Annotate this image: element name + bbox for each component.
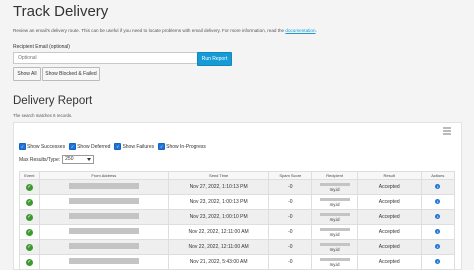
spam-score: -0 xyxy=(268,179,313,195)
col-send-time[interactable]: Send Time xyxy=(167,171,270,180)
table-row: ✓ Nov 23, 2022, 1:00:13 PM -0 my.id Accepted… xyxy=(19,194,456,210)
col-spam-score[interactable]: Spam Score xyxy=(268,171,313,180)
spam-score: -0 xyxy=(268,254,313,270)
spam-score: -0 xyxy=(268,209,313,225)
recipient-domain: my.id xyxy=(329,246,340,252)
send-time: Nov 21, 2022, 5:43:00 AM xyxy=(167,254,270,270)
info-icon[interactable]: i xyxy=(435,199,441,204)
info-icon[interactable]: i xyxy=(435,259,441,264)
result: Accepted xyxy=(356,209,422,225)
send-time: Nov 23, 2022, 1:00:13 PM xyxy=(167,194,270,210)
check-circle-icon: ✓ xyxy=(25,183,33,191)
info-icon[interactable]: i xyxy=(435,244,441,249)
redacted-recipient xyxy=(319,227,350,231)
redacted-recipient xyxy=(319,257,350,261)
col-recipient[interactable]: Recipient xyxy=(311,171,358,180)
filter-checkboxes: ✓ Show Successes ✓ Show Deferred ✓ Show Fai… xyxy=(19,143,206,150)
table-row: ✓ Nov 22, 2022, 12:11:00 AM -0 my.id Accepte… xyxy=(19,224,456,240)
match-count: The search matches 6 records. xyxy=(13,113,73,118)
spam-score: -0 xyxy=(268,194,313,210)
redacted-from-address xyxy=(68,243,139,249)
max-results-select[interactable]: 250 xyxy=(62,155,95,164)
show-all-button[interactable]: Show All xyxy=(13,67,41,81)
result: Accepted xyxy=(356,224,422,240)
spam-score: -0 xyxy=(268,239,313,255)
page-title: Track Delivery xyxy=(13,3,109,20)
recipient-domain: my.id xyxy=(329,216,340,222)
delivery-table: Event From Address Send Time Spam Score … xyxy=(19,171,456,270)
send-time: Nov 27, 2022, 1:10:13 PM xyxy=(167,179,270,195)
info-icon[interactable]: i xyxy=(435,184,441,189)
max-results-label: Max Results/Type: xyxy=(19,156,61,163)
send-time: Nov 22, 2022, 12:11:00 AM xyxy=(167,239,270,255)
redacted-from-address xyxy=(68,198,139,204)
result: Accepted xyxy=(356,239,422,255)
recipient-email-label: Recipient Email (optional) xyxy=(13,44,70,50)
documentation-link[interactable]: documentation xyxy=(285,28,315,33)
col-event[interactable]: Event xyxy=(19,171,40,180)
redacted-recipient xyxy=(319,212,350,216)
show-deferred-checkbox[interactable]: ✓ Show Deferred xyxy=(69,143,110,150)
redacted-from-address xyxy=(68,213,139,219)
column-list-icon[interactable] xyxy=(443,127,451,135)
redacted-from-address xyxy=(68,258,139,264)
send-time: Nov 23, 2022, 1:00:10 PM xyxy=(167,209,270,225)
redacted-recipient xyxy=(319,242,350,246)
delivery-report-title: Delivery Report xyxy=(13,95,93,107)
page-description: Review an email's delivery route. This c… xyxy=(13,28,317,33)
max-results-row: Max Results/Type: 250 xyxy=(19,155,95,164)
result: Accepted xyxy=(356,194,422,210)
result: Accepted xyxy=(356,179,422,195)
description-text: Review an email's delivery route. This c… xyxy=(13,28,285,33)
recipient-domain: my.id xyxy=(329,186,340,192)
report-panel: ✓ Show Successes ✓ Show Deferred ✓ Show Fai… xyxy=(13,122,462,270)
check-circle-icon: ✓ xyxy=(25,243,33,251)
show-blocked-failed-button[interactable]: Show Blocked & Failed xyxy=(42,67,100,81)
redacted-from-address xyxy=(68,228,139,234)
result: Accepted xyxy=(356,254,422,270)
table-row: ✓ Nov 27, 2022, 1:10:13 PM -0 my.id Accepted… xyxy=(19,179,456,195)
redacted-from-address xyxy=(68,183,139,189)
show-successes-checkbox[interactable]: ✓ Show Successes xyxy=(19,143,65,150)
redacted-recipient xyxy=(319,197,350,201)
info-icon[interactable]: i xyxy=(435,214,441,219)
show-in-progress-checkbox[interactable]: ✓ Show In-Progress xyxy=(158,143,206,150)
spam-score: -0 xyxy=(268,224,313,240)
table-row: ✓ Nov 23, 2022, 1:00:10 PM -0 my.id Accepted… xyxy=(19,209,456,225)
col-result[interactable]: Result xyxy=(356,171,422,180)
info-icon[interactable]: i xyxy=(435,229,441,234)
run-report-button[interactable]: Run Report xyxy=(197,52,232,66)
check-circle-icon: ✓ xyxy=(25,228,33,236)
table-row: ✓ Nov 22, 2022, 12:11:00 AM -0 my.id Accepte… xyxy=(19,239,456,255)
recipient-domain: my.id xyxy=(329,231,340,237)
check-circle-icon: ✓ xyxy=(25,198,33,206)
check-circle-icon: ✓ xyxy=(25,213,33,221)
recipient-domain: my.id xyxy=(329,261,340,267)
send-time: Nov 22, 2022, 12:11:00 AM xyxy=(167,224,270,240)
col-actions: Actions xyxy=(420,171,456,180)
redacted-recipient xyxy=(319,182,350,186)
show-failures-checkbox[interactable]: ✓ Show Failures xyxy=(114,143,154,150)
recipient-domain: my.id xyxy=(329,201,340,207)
check-circle-icon: ✓ xyxy=(25,258,33,266)
col-from-address[interactable]: From Address xyxy=(38,171,169,180)
recipient-email-input[interactable] xyxy=(13,52,205,64)
table-row: ✓ Nov 21, 2022, 5:43:00 AM -0 my.id Accepted… xyxy=(19,254,456,270)
